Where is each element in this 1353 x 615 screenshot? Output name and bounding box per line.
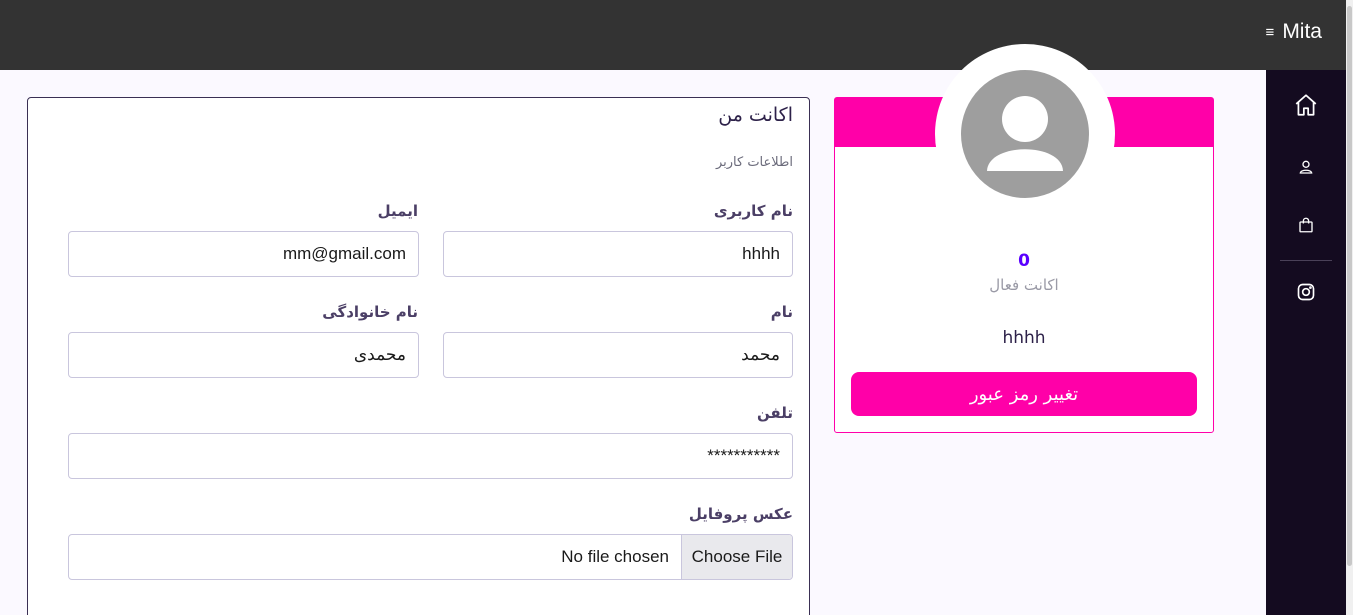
phone-label: تلفن [756,404,793,422]
menu-icon[interactable]: ≡ [1266,24,1275,41]
sidebar-item-orders[interactable] [1266,203,1346,247]
profile-photo-file-input[interactable]: Choose File No file chosen [68,534,793,580]
brand-name: Mita [1282,20,1322,43]
profile-card: 0 اکانت فعال hhhh تغییر رمز عبور [834,44,1214,433]
home-icon [1295,94,1317,116]
file-status: No file chosen [561,547,669,566]
form-subtitle: اطلاعات کاربر [715,155,793,170]
active-accounts-label: اکانت فعال [989,276,1059,294]
sidebar-item-profile[interactable] [1266,145,1346,189]
first-name-input[interactable] [443,332,793,378]
change-password-button[interactable]: تغییر رمز عبور [851,372,1197,416]
sidebar-divider [1280,260,1332,261]
sidebar-item-home[interactable] [1266,83,1346,127]
default-avatar-icon [987,96,1063,171]
shopping-bag-icon [1299,217,1313,233]
profile-photo-label: عکس پروفایل [688,505,793,523]
page-scrollbar[interactable] [1346,0,1353,615]
avatar-ring [935,44,1115,224]
choose-file-button[interactable]: Choose File [681,535,792,579]
top-navbar: ≡ Mita [0,0,1346,70]
avatar [961,70,1089,198]
email-label: ایمیل [377,202,418,220]
brand[interactable]: ≡ Mita [1266,20,1322,44]
sidebar-item-instagram[interactable] [1266,270,1346,314]
account-form-card: اکانت من اطلاعات کاربر نام کاربری ایمیل … [27,97,810,615]
first-name-label: نام [770,303,793,321]
phone-input[interactable] [68,433,793,479]
page-title: اکانت من [718,104,793,126]
active-accounts-count: 0 [1018,251,1030,271]
user-icon [1299,160,1313,174]
last-name-input[interactable] [68,332,419,378]
sidebar [1266,70,1346,615]
profile-username: hhhh [1002,328,1046,348]
username-label: نام کاربری [713,202,793,220]
email-input[interactable] [68,231,419,277]
last-name-label: نام خانوادگی [322,303,418,321]
instagram-icon [1297,283,1315,301]
username-input[interactable] [443,231,793,277]
scrollbar-thumb[interactable] [1347,6,1352,566]
